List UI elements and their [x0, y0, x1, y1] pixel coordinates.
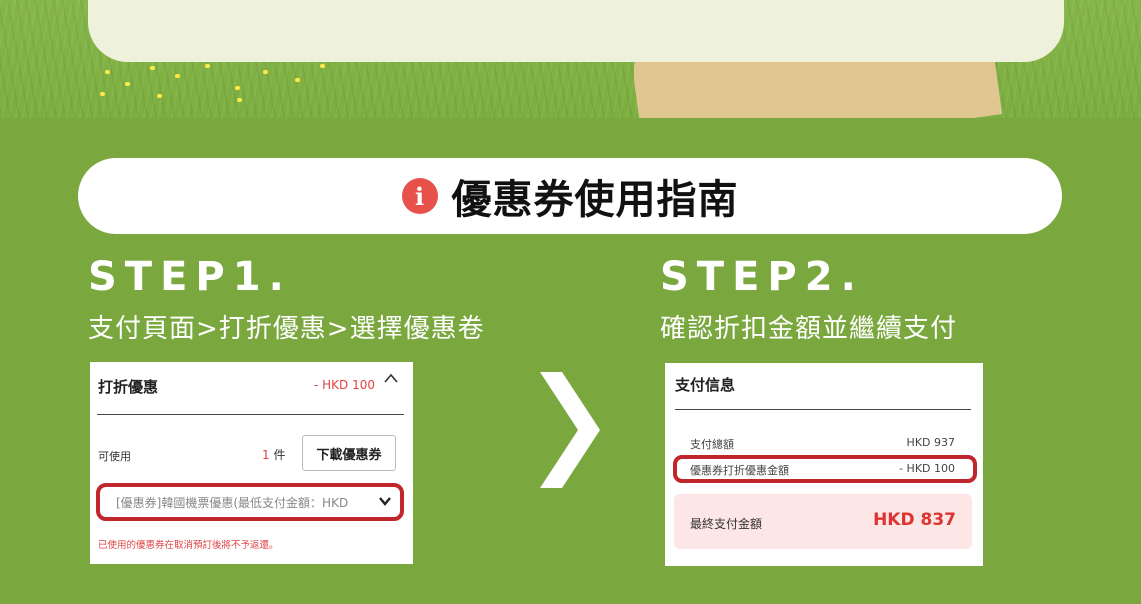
- guide-title-bar: i 優惠券使用指南: [78, 158, 1062, 234]
- available-count: 1 件: [262, 446, 285, 463]
- final-label: 最終支付金額: [690, 517, 763, 531]
- total-label: 支付總額: [690, 438, 734, 451]
- payment-panel: 支付信息 支付總額 HKD 937 優惠券打折優惠金額 - HKD 100 最終…: [665, 363, 983, 566]
- final-amount-box: 最終支付金額 HKD 837: [674, 494, 972, 549]
- coupon-select-value: [優惠券]韓國機票優惠(最低支付金額：HKD: [116, 495, 349, 510]
- chevron-right-icon: [538, 370, 608, 490]
- count-number: 1: [262, 448, 270, 462]
- total-value: HKD 937: [906, 436, 955, 449]
- step2-subtitle: 確認折扣金額並繼續支付: [660, 314, 958, 344]
- discount-panel: 打折優惠 - HKD 100 可使用 1 件 下載優惠券 [優惠券]韓國機票優惠…: [90, 362, 413, 564]
- download-coupon-button[interactable]: 下載優惠券: [302, 435, 396, 471]
- divider: [97, 414, 404, 415]
- top-banner: [0, 0, 1141, 118]
- chevron-up-icon[interactable]: [383, 372, 399, 388]
- sparkle-dots: [95, 60, 335, 110]
- step1-subtitle: 支付頁面>打折優惠>選擇優惠卷: [88, 314, 485, 344]
- count-unit: 件: [273, 448, 286, 462]
- final-value: HKD 837: [873, 510, 956, 530]
- divider: [675, 409, 971, 410]
- info-icon: i: [401, 178, 438, 214]
- top-card: [88, 0, 1064, 62]
- available-label: 可使用: [98, 450, 131, 463]
- payment-heading: 支付信息: [675, 376, 736, 394]
- coupon-warning: 已使用的優惠券在取消預訂後將不予返還。: [98, 540, 279, 551]
- chevron-down-icon: [378, 495, 392, 509]
- discount-heading: 打折優惠: [98, 378, 159, 396]
- coupon-select[interactable]: [優惠券]韓國機票優惠(最低支付金額：HKD: [96, 483, 404, 521]
- step2-title: STEP2.: [660, 254, 864, 300]
- page-title: 優惠券使用指南: [451, 177, 739, 223]
- discount-highlight: [673, 455, 977, 483]
- discount-amount: - HKD 100: [314, 378, 375, 392]
- step1-title: STEP1.: [88, 254, 292, 300]
